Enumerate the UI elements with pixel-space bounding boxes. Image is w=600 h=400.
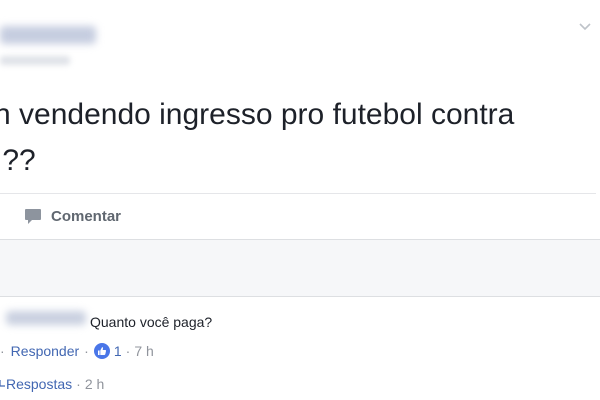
comments-section: Quanto você paga? · Responder · 1 · 7 h … (0, 296, 600, 400)
post-divider (0, 193, 596, 194)
comment-actions: · Responder · 1 · 7 h (0, 341, 154, 361)
comment-timestamp[interactable]: 7 h (134, 343, 153, 359)
replies-link[interactable]: Respostas (6, 376, 72, 392)
comment-icon (25, 208, 41, 224)
post-text-line2-content: ?? (2, 144, 36, 177)
commenter-name-redacted[interactable] (6, 311, 86, 325)
reply-link[interactable]: Responder (11, 343, 80, 359)
like-icon[interactable] (93, 343, 110, 359)
separator-dot: · (84, 343, 89, 359)
replies-timestamp: 2 h (84, 376, 105, 392)
post-card: n vendendo ingresso pro futebol contra ?… (0, 0, 600, 240)
comment-button[interactable]: Comentar (24, 205, 121, 227)
like-count[interactable]: 1 (114, 343, 122, 359)
separator-dot: · (0, 343, 5, 359)
author-name-redacted[interactable] (0, 26, 96, 44)
separator-dot: · (125, 343, 131, 359)
post-text-line1: n vendendo ingresso pro futebol contra (0, 98, 515, 131)
replies-row: Respostas · 2 h (0, 374, 104, 394)
chevron-down-icon[interactable] (578, 20, 592, 34)
comment-button-label: Comentar (51, 207, 122, 225)
post-meta-redacted (0, 56, 70, 65)
comment-text: Quanto você paga? (90, 314, 213, 330)
post-text-line2: ?? (0, 142, 36, 180)
separator-dot: · (76, 376, 81, 392)
